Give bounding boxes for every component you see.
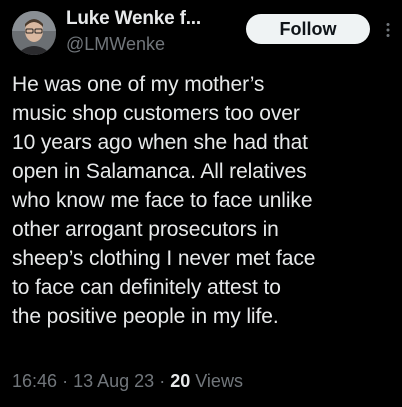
more-vertical-icon[interactable]	[382, 22, 394, 38]
tweet-time[interactable]: 16:46	[12, 371, 57, 391]
tweet-date[interactable]: 13 Aug 23	[73, 371, 154, 391]
views-label: Views	[195, 371, 243, 391]
follow-button[interactable]: Follow	[246, 14, 370, 44]
views-count: 20	[170, 371, 191, 391]
tweet: Luke Wenke f... @LMWenke Follow He was o…	[0, 0, 402, 407]
meta-separator: ·	[62, 371, 69, 391]
tweet-meta: 16:46 · 13 Aug 23 · 20 Views	[12, 371, 243, 392]
avatar[interactable]	[12, 11, 56, 55]
meta-separator: ·	[159, 371, 166, 391]
author-display-name[interactable]: Luke Wenke f...	[66, 8, 201, 30]
avatar-image	[12, 11, 56, 55]
author-handle[interactable]: @LMWenke	[66, 34, 165, 55]
tweet-text: He was one of my mother’s music shop cus…	[12, 73, 316, 328]
